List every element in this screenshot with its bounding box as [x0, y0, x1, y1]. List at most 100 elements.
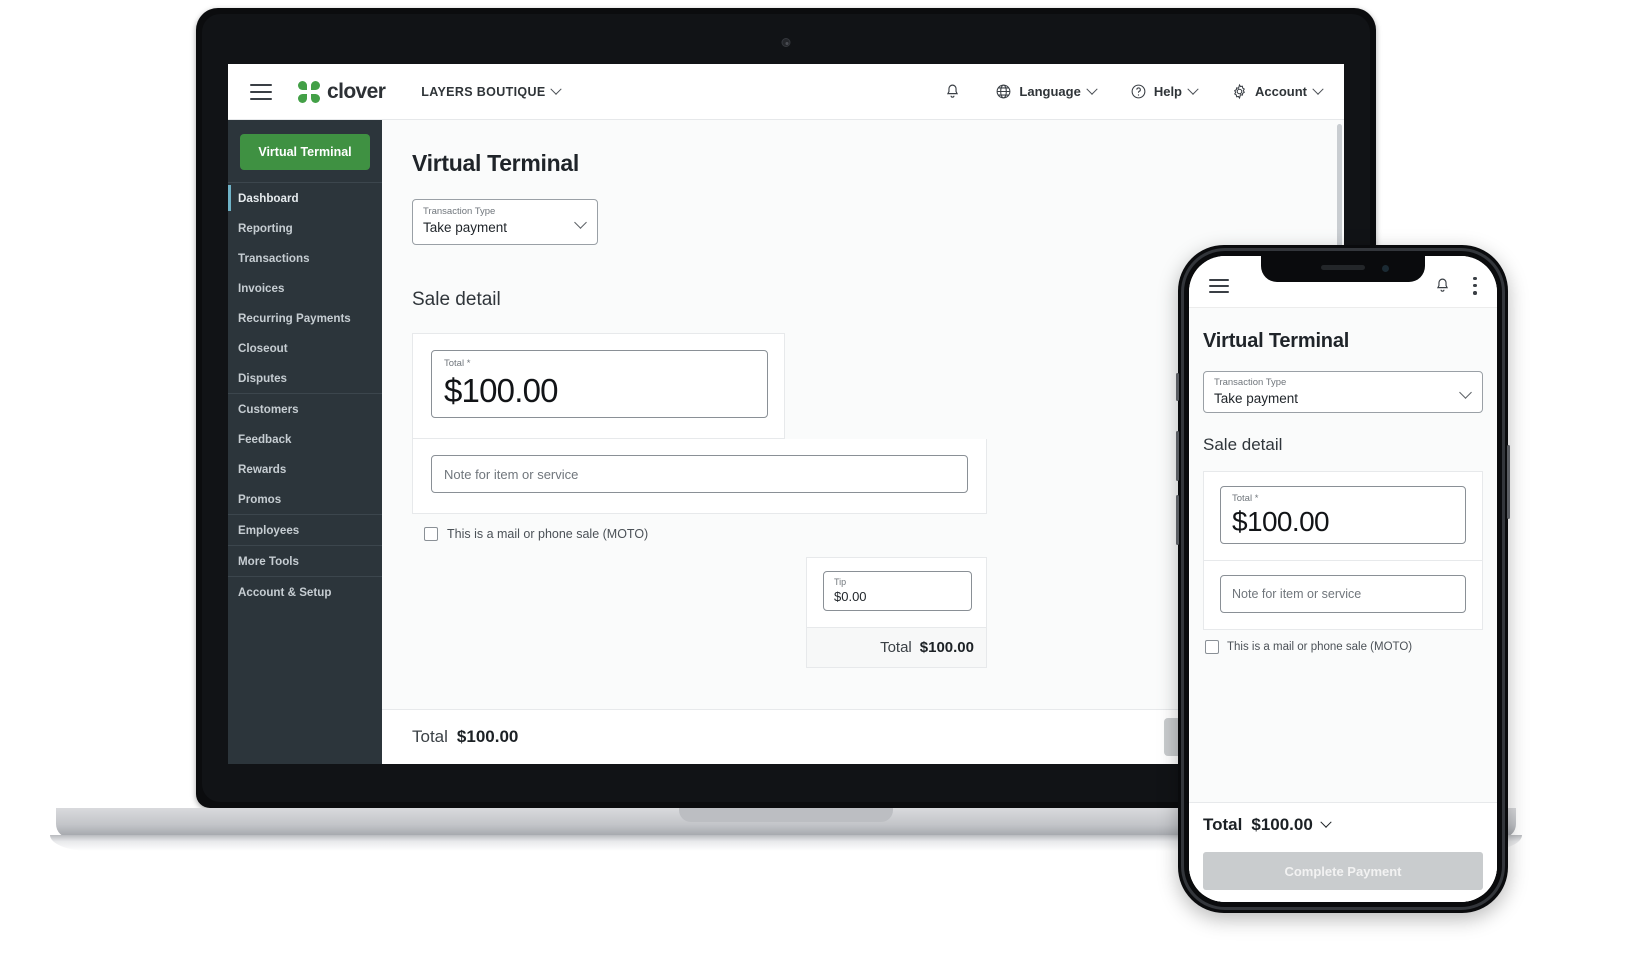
sidebar-item-dashboard[interactable]: Dashboard: [228, 183, 382, 213]
language-menu[interactable]: Language: [995, 83, 1098, 100]
phone-volume-up-button: [1176, 431, 1179, 481]
phone-moto-row[interactable]: This is a mail or phone sale (MOTO): [1203, 640, 1483, 654]
sidebar-item-more-tools[interactable]: More Tools: [228, 546, 382, 576]
phone-complete-payment-button[interactable]: Complete Payment: [1203, 852, 1483, 890]
phone-total-input-value: $100.00: [1232, 506, 1330, 537]
sidebar: Virtual Terminal Dashboard Reporting Tra…: [228, 120, 382, 764]
phone-moto-label: This is a mail or phone sale (MOTO): [1227, 641, 1413, 653]
chevron-down-icon: [549, 83, 562, 95]
sidebar-group-3: Employees: [228, 514, 382, 545]
bottom-total-label: Total: [412, 727, 448, 746]
help-label: Help: [1153, 84, 1182, 99]
bell-icon[interactable]: [944, 83, 961, 100]
phone-note-input[interactable]: Note for item or service: [1220, 575, 1466, 613]
phone-transaction-type-select[interactable]: Transaction Type Take payment: [1203, 371, 1483, 413]
tip-total-value: $100.00: [919, 639, 974, 656]
sidebar-item-disputes[interactable]: Disputes: [228, 363, 382, 393]
sidebar-item-label: Feedback: [238, 432, 292, 446]
sidebar-item-label: Employees: [238, 523, 300, 537]
phone-mute-switch: [1176, 373, 1179, 401]
phone-page-title: Virtual Terminal: [1203, 330, 1350, 352]
page-title: Virtual Terminal: [412, 150, 579, 176]
gear-icon: [1231, 83, 1248, 100]
chevron-down-icon: [1086, 83, 1098, 95]
transaction-type-label: Transaction Type: [423, 206, 496, 217]
kebab-menu-icon[interactable]: [1473, 276, 1477, 295]
phone-total-input-label: Total *: [1232, 493, 1259, 504]
sidebar-group-2: Customers Feedback Rewards Promos: [228, 393, 382, 514]
moto-label: This is a mail or phone sale (MOTO): [447, 527, 649, 541]
tip-input[interactable]: Tip $0.00: [823, 571, 972, 611]
help-menu[interactable]: Help: [1130, 83, 1199, 100]
chevron-down-icon[interactable]: [1320, 816, 1332, 828]
phone-earpiece-icon: [1321, 265, 1365, 270]
laptop-screen: clover LAYERS BOUTIQUE Language Help Acc…: [228, 64, 1344, 764]
phone-header-actions: [1434, 276, 1477, 295]
tip-input-label: Tip: [834, 577, 847, 587]
chevron-down-icon: [1312, 83, 1324, 95]
transaction-type-select[interactable]: Transaction Type Take payment: [412, 199, 598, 245]
phone-note-placeholder: Note for item or service: [1232, 587, 1362, 601]
sidebar-group-4: More Tools: [228, 545, 382, 576]
clover-leaf-icon: [298, 80, 320, 103]
phone-transaction-type-label: Transaction Type: [1214, 377, 1287, 388]
sidebar-item-invoices[interactable]: Invoices: [228, 273, 382, 303]
tip-card: Tip $0.00: [806, 557, 987, 628]
sidebar-item-recurring-payments[interactable]: Recurring Payments: [228, 303, 382, 333]
sidebar-item-closeout[interactable]: Closeout: [228, 333, 382, 363]
sidebar-item-label: Invoices: [238, 281, 285, 295]
laptop-webcam-icon: [781, 38, 791, 47]
sidebar-item-customers[interactable]: Customers: [228, 394, 382, 424]
language-label: Language: [1019, 84, 1081, 99]
phone-device: Virtual Terminal Transaction Type Take p…: [1176, 245, 1510, 913]
tip-total-row: Total $100.00: [806, 628, 987, 668]
phone-moto-checkbox[interactable]: [1205, 640, 1219, 654]
phone-volume-down-button: [1176, 495, 1179, 545]
sidebar-item-employees[interactable]: Employees: [228, 515, 382, 545]
moto-checkbox[interactable]: [424, 527, 438, 541]
phone-section-title-sale-detail: Sale detail: [1203, 435, 1283, 454]
laptop-base-notch: [679, 808, 893, 822]
total-input-label: Total *: [444, 358, 471, 369]
bottom-total-value: $100.00: [456, 727, 519, 746]
clover-logo[interactable]: clover: [298, 80, 386, 104]
phone-card-divider: [1204, 560, 1482, 561]
sidebar-item-label: Disputes: [238, 371, 287, 385]
phone-notch: [1261, 256, 1425, 282]
transaction-type-value: Take payment: [423, 220, 508, 235]
sidebar-item-account-setup[interactable]: Account & Setup: [228, 577, 382, 607]
phone-total-label: Total: [1203, 815, 1243, 834]
sidebar-item-label: Account & Setup: [238, 585, 332, 599]
total-input[interactable]: Total * $100.00: [431, 350, 768, 418]
phone-total-input[interactable]: Total * $100.00: [1220, 486, 1466, 544]
account-menu[interactable]: Account: [1231, 83, 1324, 100]
sidebar-item-label: Customers: [238, 402, 299, 416]
total-card: Total * $100.00: [412, 333, 785, 439]
bell-icon[interactable]: [1434, 277, 1451, 294]
hamburger-icon[interactable]: [1209, 278, 1229, 293]
phone-total-value: $100.00: [1251, 815, 1313, 834]
phone-screen: Virtual Terminal Transaction Type Take p…: [1189, 256, 1497, 902]
merchant-selector[interactable]: LAYERS BOUTIQUE: [421, 83, 562, 99]
note-placeholder: Note for item or service: [444, 466, 579, 482]
note-input[interactable]: Note for item or service: [431, 455, 968, 493]
sidebar-item-feedback[interactable]: Feedback: [228, 424, 382, 454]
question-circle-icon: [1130, 83, 1147, 100]
phone-main-content: Virtual Terminal Transaction Type Take p…: [1189, 308, 1497, 902]
sidebar-item-transactions[interactable]: Transactions: [228, 243, 382, 273]
hamburger-icon[interactable]: [250, 83, 272, 100]
tip-total-label: Total: [880, 639, 912, 656]
phone-power-button: [1507, 445, 1510, 519]
sidebar-item-reporting[interactable]: Reporting: [228, 213, 382, 243]
sidebar-item-rewards[interactable]: Rewards: [228, 454, 382, 484]
screenshot-stage: clover LAYERS BOUTIQUE Language Help Acc…: [0, 0, 1640, 963]
sidebar-item-promos[interactable]: Promos: [228, 484, 382, 514]
sidebar-item-label: Dashboard: [238, 191, 299, 205]
sidebar-item-label: Closeout: [238, 341, 288, 355]
sidebar-item-label: Reporting: [238, 221, 293, 235]
sidebar-group-1: Dashboard Reporting Transactions Invoice…: [228, 182, 382, 393]
virtual-terminal-button[interactable]: Virtual Terminal: [240, 134, 370, 170]
note-card: Note for item or service: [412, 439, 987, 514]
phone-total-row[interactable]: Total $100.00: [1203, 815, 1483, 835]
chevron-down-icon: [1187, 83, 1199, 95]
